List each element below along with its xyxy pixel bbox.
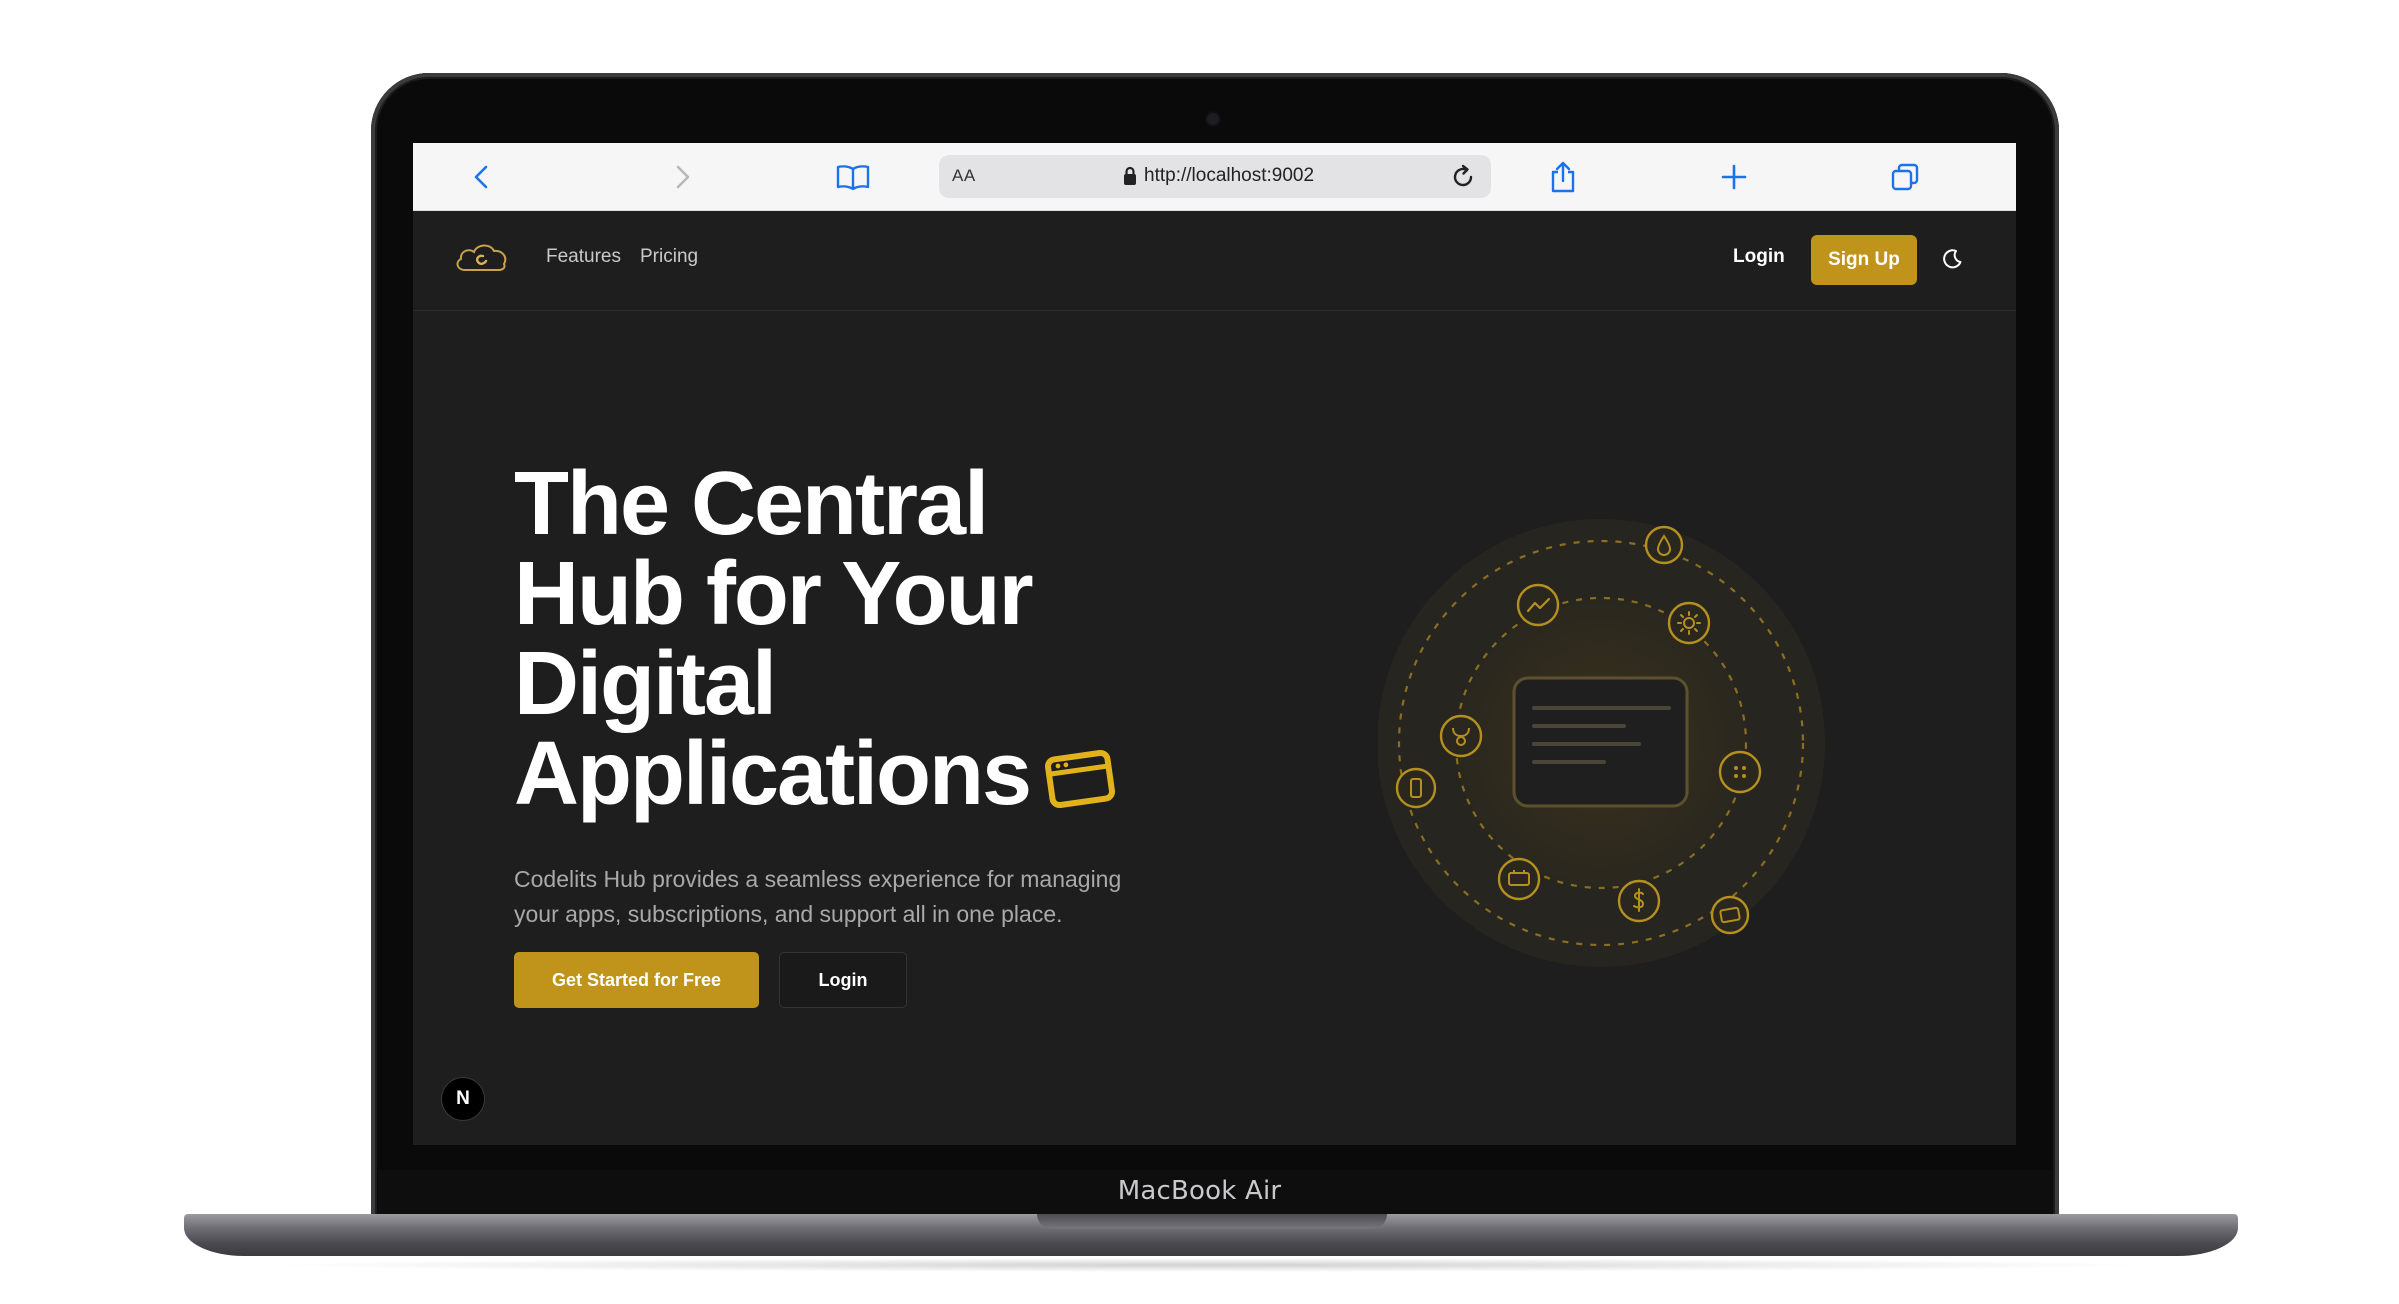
phone-icon [1394,766,1438,815]
share-icon[interactable] [1543,143,1583,210]
center-card [1512,676,1689,808]
hero-subtitle-line: Codelits Hub provides a seamless experie… [514,866,1122,892]
chart-trend-icon [1516,583,1560,627]
browser-toolbar: AA http://localhost:9002 [413,143,2016,211]
app-window-icon [1044,737,1116,827]
hero-title: The Central Hub for Your Digital Applica… [514,459,1154,827]
screen: AA http://localhost:9002 Features Pricin… [413,143,2016,1145]
hero-title-line: Applications [514,724,1032,824]
hero-title-line: The Central [514,454,989,554]
dev-indicator-badge[interactable]: N [441,1077,485,1121]
hero-title-line: Digital [514,634,777,734]
nav-link-features[interactable]: Features [546,246,621,268]
get-started-button[interactable]: Get Started for Free [514,952,759,1008]
back-chevron-icon[interactable] [461,143,501,210]
dollar-icon [1617,879,1661,923]
hero-illustration [1377,516,1848,981]
address-bar[interactable]: AA http://localhost:9002 [939,155,1491,198]
grid-dots-icon [1718,750,1762,794]
moon-icon[interactable] [1941,248,1963,275]
url-text[interactable]: http://localhost:9002 [1144,165,1314,187]
text-size-button[interactable]: AA [952,166,976,186]
hero-login-button[interactable]: Login [779,952,907,1008]
signup-button[interactable]: Sign Up [1811,235,1917,285]
forward-chevron-icon[interactable] [663,143,703,210]
cloud-logo-icon[interactable] [453,240,509,279]
drop-icon [1644,525,1684,565]
laptop-notch [1037,1214,1387,1229]
ticket-icon [1497,857,1541,901]
reload-icon[interactable] [1450,164,1476,195]
sun-settings-icon [1667,601,1711,645]
lock-icon [1123,166,1137,191]
card-icon [1710,895,1750,935]
hero-title-line: Hub for Your [514,544,1034,644]
new-tab-plus-icon[interactable] [1714,143,1754,210]
nav-link-pricing[interactable]: Pricing [640,246,698,268]
tabs-overview-icon[interactable] [1885,143,1925,210]
nav-login-button[interactable]: Login [1733,246,1785,268]
device-model-label: MacBook Air [1117,1176,1282,1206]
hero-subtitle: Codelits Hub provides a seamless experie… [514,862,1214,932]
webcam [1207,113,1219,125]
site-header: Features Pricing Login Sign Up [413,210,2016,311]
laptop-shadow [260,1258,2160,1272]
reader-book-icon[interactable] [833,143,873,210]
bull-icon [1439,714,1483,758]
hero-subtitle-line: your apps, subscriptions, and support al… [514,901,1063,927]
